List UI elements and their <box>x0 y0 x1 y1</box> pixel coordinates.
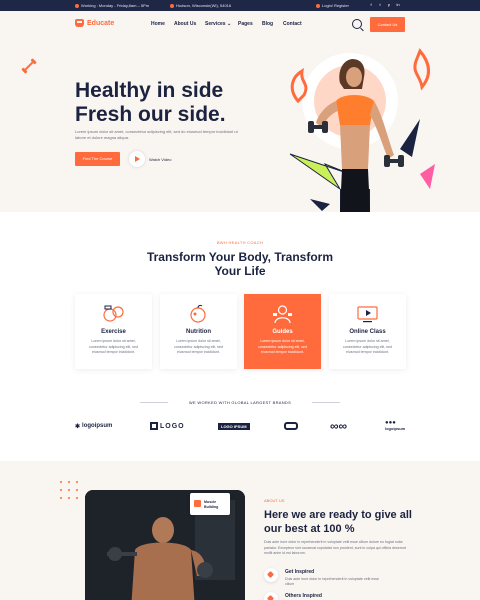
play-icon[interactable] <box>129 151 145 167</box>
nav-blog[interactable]: Blog <box>262 21 273 27</box>
weight-icon <box>103 305 124 322</box>
facebook-icon[interactable]: f <box>368 2 374 8</box>
services-eyebrow: BWH HEALTH COACH <box>216 240 264 245</box>
contact-us-button[interactable]: Contact Us <box>370 17 405 32</box>
dumbbell-icon <box>21 58 37 74</box>
watch-video-link[interactable]: Watch Video <box>149 157 171 162</box>
nav-about[interactable]: About Us <box>174 21 196 27</box>
heart-icon <box>264 568 278 582</box>
about-description: Duis aute irure dolor in reprehenderit i… <box>264 540 406 555</box>
pill-mark-icon <box>284 422 298 430</box>
star-icon <box>264 592 278 600</box>
services-title: Transform Your Body, Transform Your Life <box>146 250 334 278</box>
service-card-exercise[interactable]: Exercise Lorem ipsum dolor sit amet, con… <box>75 294 152 369</box>
twitter-icon[interactable]: t <box>377 2 383 8</box>
linkedin-icon[interactable]: in <box>395 2 401 8</box>
service-card-nutrition[interactable]: Nutrition Lorem ipsum dolor sit amet, co… <box>160 294 237 369</box>
brand-logo-2: LOGO <box>150 421 185 431</box>
trainer-icon <box>273 305 292 324</box>
nav-contact[interactable]: Contact <box>283 21 302 27</box>
logo-icon <box>75 19 84 27</box>
brand-logo-5: ∞∞ <box>330 419 348 433</box>
nav-home[interactable]: Home <box>151 21 165 27</box>
pinterest-icon[interactable]: p <box>386 2 392 8</box>
hero-athlete-image <box>289 48 435 212</box>
hero-section: Healthy in side Fresh our side. Lorem ip… <box>0 39 480 212</box>
address: Hudson, Wisconsin(WI), 54016 <box>170 3 231 8</box>
brand-logo-6: ●●● logoipsum <box>385 420 406 431</box>
brand-mark-icon: ✱ <box>75 423 81 430</box>
clock-icon <box>75 3 79 8</box>
nav-pages[interactable]: Pages <box>238 21 253 27</box>
service-card-online-class[interactable]: Online Class Lorem ipsum dolor sit amet,… <box>329 294 406 369</box>
search-icon[interactable] <box>352 19 362 29</box>
infinity-mark-icon: ∞∞ <box>330 419 348 433</box>
main-nav: Educate Home About Us Services ⌄ Pages B… <box>0 11 480 49</box>
brand-logo-4 <box>284 421 298 431</box>
video-class-icon <box>357 306 378 323</box>
brand-logo-3: LOGO IPSUM <box>218 421 250 431</box>
working-hours: Working : Monday - Friday,8am – 5Pm <box>75 3 149 8</box>
nutrition-icon <box>190 304 206 323</box>
about-title: Here we are ready to give all our best a… <box>264 509 412 535</box>
hero-description: Lorem ipsum dolor sit amet, consectetur … <box>75 129 238 140</box>
brands-label: WE WORKED WITH GLOBAL LARGEST BRANDS <box>140 400 340 405</box>
login-register-link[interactable]: Login/ Register <box>316 3 349 8</box>
find-course-button[interactable]: Find The Course <box>75 152 120 166</box>
muscle-building-badge: Muscle Building <box>190 493 230 515</box>
nav-services[interactable]: Services ⌄ <box>205 21 231 27</box>
brand-logo-1: ✱ logoipsum <box>75 423 113 430</box>
muscle-icon <box>194 500 201 507</box>
about-section: Muscle Building ABOUT US Here we are rea… <box>0 461 480 600</box>
square-mark-icon <box>150 422 158 430</box>
service-card-guides[interactable]: Guides Lorem ipsum dolor sit amet, conse… <box>244 294 321 369</box>
location-icon <box>170 3 174 8</box>
hero-title: Healthy in side Fresh our side. <box>75 79 226 126</box>
chevron-down-icon: ⌄ <box>226 21 232 27</box>
about-eyebrow: ABOUT US <box>264 498 285 503</box>
top-info-bar: Working : Monday - Friday,8am – 5Pm Huds… <box>0 0 480 11</box>
brand-logo[interactable]: Educate <box>75 19 114 27</box>
user-icon <box>316 3 320 8</box>
